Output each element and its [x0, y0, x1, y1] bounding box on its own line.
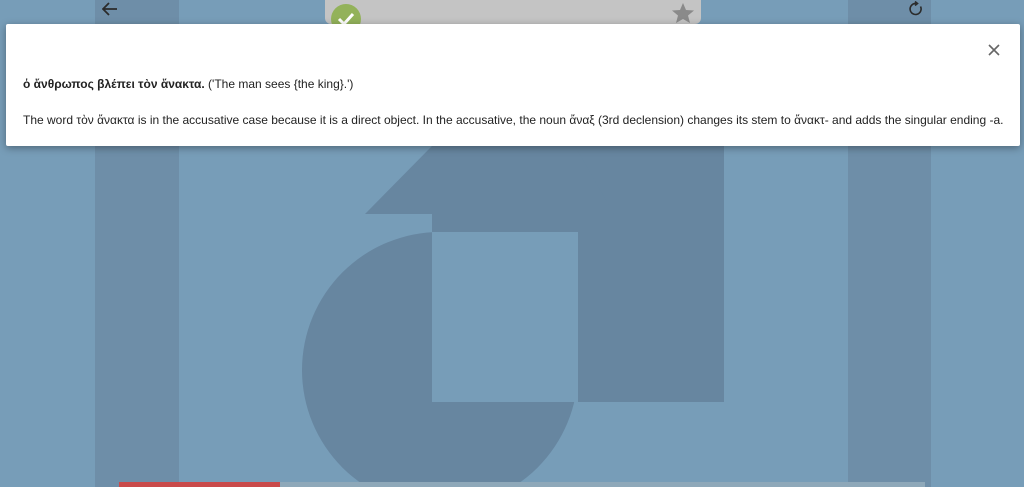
star-icon [672, 3, 694, 23]
sentence-translation: ('The man sees {the king}.') [208, 77, 354, 91]
close-button[interactable] [984, 40, 1004, 60]
greek-sentence: ὁ ἄνθρωπος βλέπει τὸν ἄνακτα. [23, 77, 205, 91]
back-button[interactable] [98, 0, 122, 18]
arrow-left-icon [102, 2, 117, 16]
flashcard-header [325, 0, 701, 24]
explanation-dialog: ὁ ἄνθρωπος βλέπει τὸν ἄνακτα. ('The man … [6, 24, 1020, 146]
example-sentence: ὁ ἄνθρωπος βλέπει τὸν ἄνακτα. ('The man … [23, 77, 353, 91]
refresh-button[interactable] [904, 0, 928, 18]
star-button[interactable] [671, 2, 695, 24]
circle-cutout-shape [432, 232, 578, 402]
close-icon [988, 44, 1000, 56]
refresh-icon [909, 1, 922, 16]
triangle-left-shape [365, 146, 432, 214]
progress-bar [119, 482, 280, 487]
grammar-explanation: The word τὸν ἄνακτα is in the accusative… [23, 113, 1004, 127]
